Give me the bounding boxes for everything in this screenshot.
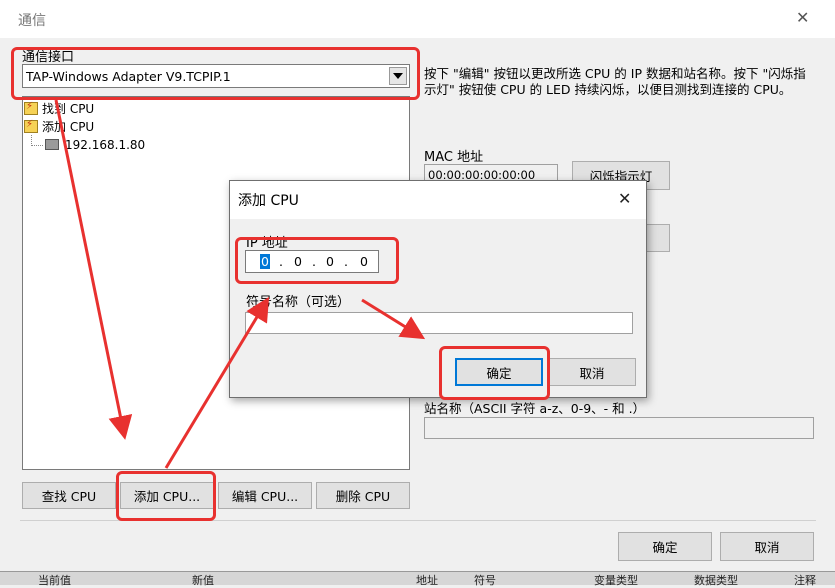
arrow-add-to-ip xyxy=(164,296,270,469)
arrow-ip-to-ok xyxy=(361,298,426,340)
arrow-interface-to-add xyxy=(54,99,133,440)
annotation-arrows xyxy=(54,99,426,469)
